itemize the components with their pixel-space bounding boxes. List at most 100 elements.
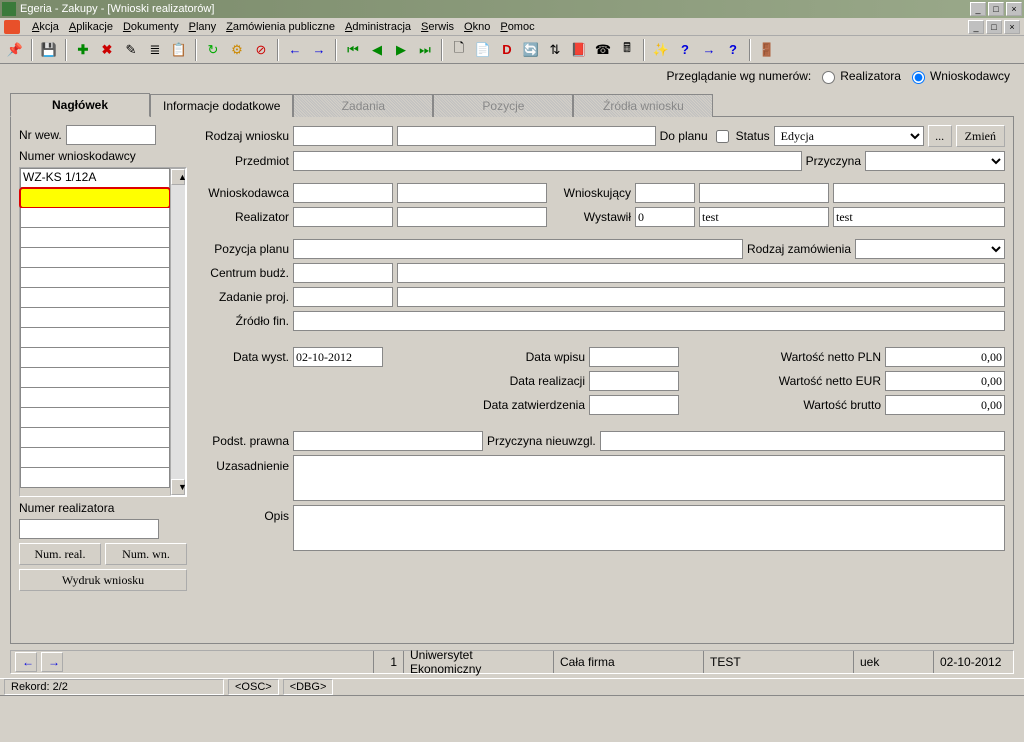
list-item-selected[interactable] [20,188,170,208]
centrum-input2[interactable] [397,263,1005,283]
phone-icon[interactable]: ☎ [592,39,614,61]
wnioskujacy-input2[interactable] [699,183,829,203]
copy-icon[interactable]: 📋 [168,39,190,61]
close-button[interactable]: × [1006,2,1022,16]
list-item[interactable] [20,348,170,368]
delete-icon[interactable]: ✖ [96,39,118,61]
clear-icon[interactable]: ≣ [144,39,166,61]
numer-realizatora-input[interactable] [19,519,159,539]
mdi-close-button[interactable]: × [1004,20,1020,34]
list-item[interactable] [20,268,170,288]
rodzaj-zam-select[interactable] [855,239,1005,259]
data-realiz-input[interactable] [589,371,679,391]
menu-dokumenty[interactable]: Dokumenty [123,21,179,33]
list-item[interactable] [20,468,170,488]
maximize-button[interactable]: □ [988,2,1004,16]
tab-zrodla[interactable]: Źródła wniosku [573,94,713,117]
num-real-button[interactable]: Num. real. [19,543,101,565]
tab-zadania[interactable]: Zadania [293,94,433,117]
scroll-up-icon[interactable]: ▲ [171,169,185,185]
zmien-button[interactable]: Zmień [956,125,1005,147]
status-prev-button[interactable]: ← [15,652,37,672]
wnioskujacy-input1[interactable] [635,183,695,203]
tab-naglowek[interactable]: Nagłówek [10,93,150,117]
forward-icon[interactable]: ▶ [390,39,412,61]
rodzaj-wniosku-input[interactable] [293,126,393,146]
list-item[interactable] [20,448,170,468]
data-wyst-input[interactable] [293,347,383,367]
minimize-button[interactable]: _ [970,2,986,16]
realizator-input1[interactable] [293,207,393,227]
tool1-icon[interactable]: 🗋 [448,39,470,61]
help-icon[interactable]: ? [674,39,696,61]
go-icon[interactable]: → [698,39,720,61]
nr-wew-input[interactable] [66,125,156,145]
list-item[interactable] [20,228,170,248]
wydruk-wniosku-button[interactable]: Wydruk wniosku [19,569,187,591]
mdi-maximize-button[interactable]: □ [986,20,1002,34]
menu-pomoc[interactable]: Pomoc [500,21,534,33]
help2-icon[interactable]: ? [722,39,744,61]
last-icon[interactable]: ⏭ [414,39,436,61]
wart-netto-eur-input[interactable] [885,371,1005,391]
list-item[interactable]: WZ-KS 1/12A [20,168,170,188]
tool2-icon[interactable]: 📄 [472,39,494,61]
tab-informacje[interactable]: Informacje dodatkowe [150,94,293,117]
data-wpisu-input[interactable] [589,347,679,367]
menu-plany[interactable]: Plany [189,21,217,33]
status-dots-button[interactable]: ... [928,125,952,147]
wystawil-input1[interactable] [635,207,695,227]
list-item[interactable] [20,368,170,388]
sync-icon[interactable]: 🔄 [520,39,542,61]
status-next-button[interactable]: → [41,652,63,672]
exit-icon[interactable]: 🚪 [756,39,778,61]
prev-icon[interactable]: ← [284,39,306,61]
wart-netto-pln-input[interactable] [885,347,1005,367]
wnioskodawcy-list[interactable]: WZ-KS 1/12A [19,167,187,497]
sort-icon[interactable]: ⇅ [544,39,566,61]
scroll-down-icon[interactable]: ▼ [171,479,185,495]
menu-zamowienia[interactable]: Zamówienia publiczne [226,21,335,33]
status-select[interactable]: Edycja [774,126,924,146]
edit-icon[interactable]: ✎ [120,39,142,61]
magic-icon[interactable]: ✨ [650,39,672,61]
zrodlo-input[interactable] [293,311,1005,331]
menu-serwis[interactable]: Serwis [421,21,454,33]
wart-brutto-input[interactable] [885,395,1005,415]
podst-prawna-input[interactable] [293,431,483,451]
book-icon[interactable]: 📕 [568,39,590,61]
list-item[interactable] [20,328,170,348]
do-planu-checkbox[interactable] [716,130,729,143]
realizator-input2[interactable] [397,207,547,227]
add-icon[interactable]: ✚ [72,39,94,61]
zadanie-input1[interactable] [293,287,393,307]
wystawil-input2[interactable] [699,207,829,227]
wnioskujacy-input3[interactable] [833,183,1005,203]
wystawil-input3[interactable] [833,207,1005,227]
centrum-input1[interactable] [293,263,393,283]
save-icon[interactable]: 💾 [38,39,60,61]
list-item[interactable] [20,208,170,228]
rodzaj-wniosku-input2[interactable] [397,126,656,146]
przedmiot-input[interactable] [293,151,802,171]
mdi-minimize-button[interactable]: _ [968,20,984,34]
radio-realizatora[interactable]: Realizatora [817,68,901,84]
data-zatw-input[interactable] [589,395,679,415]
menu-administracja[interactable]: Administracja [345,21,411,33]
opis-input[interactable] [293,505,1005,551]
list-item[interactable] [20,308,170,328]
list-item[interactable] [20,388,170,408]
list-item[interactable] [20,288,170,308]
list-scrollbar[interactable]: ▲ ▼ [170,168,186,496]
num-wn-button[interactable]: Num. wn. [105,543,187,565]
menu-akcja[interactable]: Akcja [32,21,59,33]
uzasadnienie-input[interactable] [293,455,1005,501]
zadanie-input2[interactable] [397,287,1005,307]
przyczyna-nieuw-input[interactable] [600,431,1005,451]
calc-icon[interactable]: 🖩 [616,39,638,61]
tool-d-icon[interactable]: D [496,39,518,61]
przyczyna-select[interactable] [865,151,1005,171]
list-item[interactable] [20,248,170,268]
filter-icon[interactable]: ⚙ [226,39,248,61]
pin-icon[interactable]: 📌 [4,39,26,61]
